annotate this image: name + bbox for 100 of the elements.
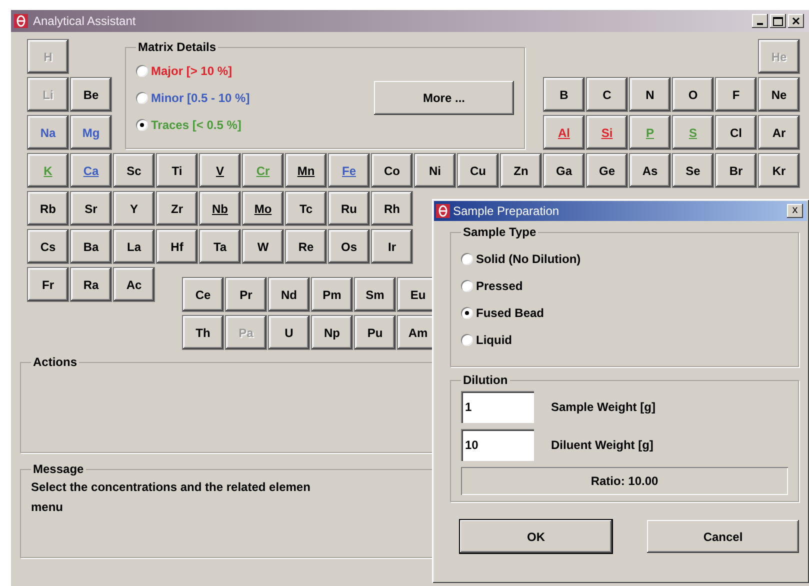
element-button[interactable]: Zr xyxy=(157,192,197,225)
element-button[interactable]: Mg xyxy=(71,116,111,149)
message-text: Select the concentrations and the related elemen xyxy=(31,479,310,496)
group-title: Matrix Details xyxy=(137,40,218,54)
element-button[interactable]: N xyxy=(630,78,670,111)
element-button[interactable]: Zn xyxy=(501,154,541,187)
radio-button[interactable] xyxy=(136,65,148,77)
element-button[interactable]: Mn xyxy=(286,154,326,187)
element-button[interactable]: B xyxy=(544,78,584,111)
element-button[interactable]: Tc xyxy=(286,192,326,225)
radio-button[interactable] xyxy=(136,119,148,131)
element-button[interactable]: Ru xyxy=(329,192,369,225)
element-button[interactable]: Ge xyxy=(587,154,627,187)
element-button[interactable]: Pu xyxy=(355,316,395,349)
element-button[interactable]: Pm xyxy=(312,278,352,311)
radio-option[interactable]: Solid (No Dilution) xyxy=(461,245,788,272)
radio-option[interactable]: Minor [0.5 - 10 %] xyxy=(136,84,250,112)
close-icon xyxy=(792,17,800,25)
element-button[interactable]: Ga xyxy=(544,154,584,187)
element-button[interactable]: Ta xyxy=(200,230,240,263)
group-title: Message xyxy=(32,462,85,476)
element-button[interactable]: Na xyxy=(28,116,68,149)
element-button[interactable]: Ca xyxy=(71,154,111,187)
element-button[interactable]: F xyxy=(716,78,756,111)
minimize-button[interactable] xyxy=(752,14,768,28)
dialog-title: Sample Preparation xyxy=(453,203,560,220)
element-button[interactable]: Cs xyxy=(28,230,68,263)
dialog-button[interactable]: Cancel xyxy=(647,520,799,553)
close-button[interactable] xyxy=(788,14,804,28)
radio-button[interactable] xyxy=(136,92,148,104)
element-button[interactable]: Hf xyxy=(157,230,197,263)
close-button[interactable]: x xyxy=(787,204,803,218)
app-icon xyxy=(436,204,450,218)
element-button[interactable]: Nd xyxy=(269,278,309,311)
radio-label: Traces [< 0.5 %] xyxy=(151,117,242,134)
group-title: Dilution xyxy=(462,373,509,387)
element-button[interactable]: O xyxy=(673,78,713,111)
element-button[interactable]: Fe xyxy=(329,154,369,187)
element-button[interactable]: Np xyxy=(312,316,352,349)
element-button[interactable]: Kr xyxy=(759,154,799,187)
element-button[interactable]: Th xyxy=(183,316,223,349)
radio-button[interactable] xyxy=(461,334,473,346)
element-button[interactable]: Rh xyxy=(372,192,412,225)
element-button[interactable]: Y xyxy=(114,192,154,225)
radio-button[interactable] xyxy=(461,252,473,264)
element-button[interactable]: Ti xyxy=(157,154,197,187)
maximize-icon xyxy=(773,16,783,26)
element-button[interactable]: Re xyxy=(286,230,326,263)
radio-option[interactable]: Fused Bead xyxy=(461,299,788,326)
element-button[interactable]: Mo xyxy=(243,192,283,225)
element-button[interactable]: Ba xyxy=(71,230,111,263)
element-button[interactable]: Nb xyxy=(200,192,240,225)
element-button[interactable]: Rb xyxy=(28,192,68,225)
element-button[interactable]: Ce xyxy=(183,278,223,311)
radio-button[interactable] xyxy=(461,306,473,318)
dialog-button[interactable]: OK xyxy=(460,520,612,553)
element-button[interactable]: Br xyxy=(716,154,756,187)
radio-option[interactable]: Pressed xyxy=(461,272,788,299)
element-button[interactable]: Sc xyxy=(114,154,154,187)
element-button[interactable]: As xyxy=(630,154,670,187)
element-button[interactable]: Sr xyxy=(71,192,111,225)
weight-input[interactable]: 10 xyxy=(461,429,534,461)
element-button[interactable]: U xyxy=(269,316,309,349)
element-button[interactable]: Os xyxy=(329,230,369,263)
radio-button[interactable] xyxy=(461,280,473,292)
element-button[interactable]: La xyxy=(114,230,154,263)
element-button[interactable]: Ar xyxy=(759,116,799,149)
element-button[interactable]: V xyxy=(200,154,240,187)
element-button[interactable]: Be xyxy=(71,78,111,111)
radio-label: Solid (No Dilution) xyxy=(476,250,581,268)
element-button[interactable]: Ra xyxy=(71,268,111,301)
window-title: Analytical Assistant xyxy=(33,13,136,30)
element-button[interactable]: Ni xyxy=(415,154,455,187)
element-button[interactable]: Ac xyxy=(114,268,154,301)
element-button[interactable]: Ir xyxy=(372,230,412,263)
radio-label: Minor [0.5 - 10 %] xyxy=(151,90,250,107)
element-button[interactable]: W xyxy=(243,230,283,263)
element-button[interactable]: Cu xyxy=(458,154,498,187)
element-button[interactable]: Co xyxy=(372,154,412,187)
radio-label: Liquid xyxy=(476,332,512,348)
radio-option[interactable]: Liquid xyxy=(461,326,788,353)
group-title: Sample Type xyxy=(462,225,538,239)
field-label: Diluent Weight [g] xyxy=(551,437,654,454)
element-button[interactable]: Fr xyxy=(28,268,68,301)
field-label: Sample Weight [g] xyxy=(551,399,656,416)
maximize-button[interactable] xyxy=(770,14,786,28)
more-button[interactable]: More ... xyxy=(374,81,514,115)
element-button[interactable]: Pr xyxy=(226,278,266,311)
element-button[interactable]: Se xyxy=(673,154,713,187)
message-text: menu xyxy=(31,499,64,516)
ratio-display: Ratio: 10.00 xyxy=(461,467,788,495)
element-button[interactable]: Ne xyxy=(759,78,799,111)
group-title: Actions xyxy=(32,355,78,369)
app-icon xyxy=(14,14,28,28)
element-button[interactable]: C xyxy=(587,78,627,111)
radio-label: Fused Bead xyxy=(476,304,544,322)
weight-input[interactable]: 1 xyxy=(461,391,534,423)
element-button[interactable]: Sm xyxy=(355,278,395,311)
element-button[interactable]: Cl xyxy=(716,116,756,149)
radio-label: Pressed xyxy=(476,278,523,294)
